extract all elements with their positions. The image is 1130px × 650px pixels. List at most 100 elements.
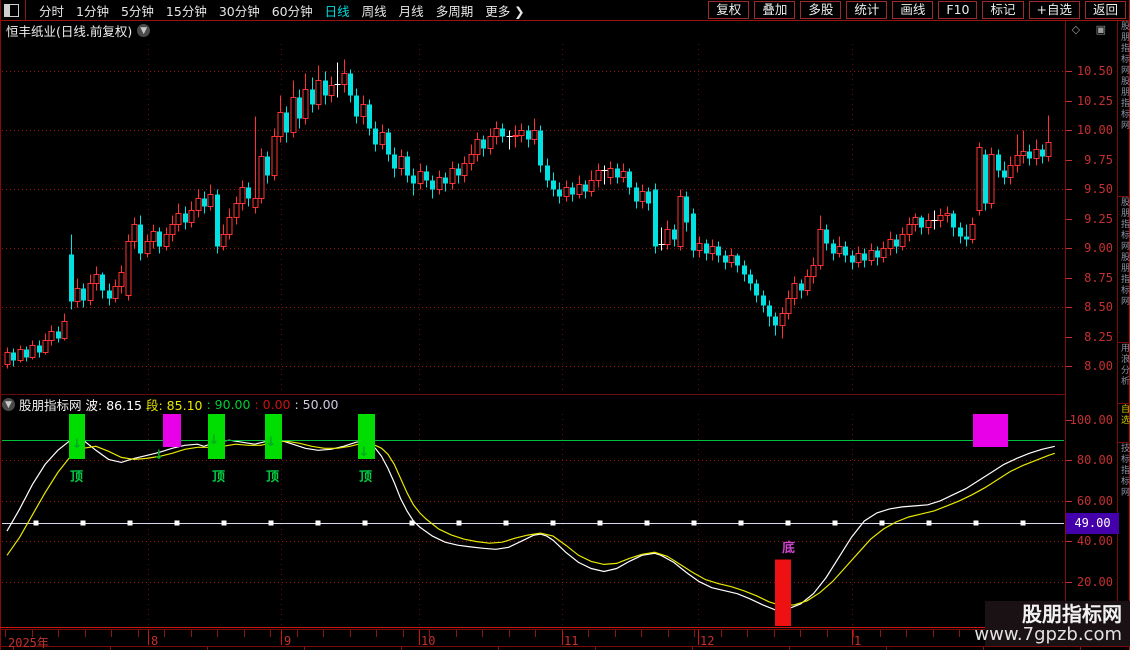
candle-down xyxy=(500,128,505,137)
candle-down xyxy=(735,255,740,266)
indicator-param-wave: 波: 86.15 xyxy=(85,398,142,413)
candle-up xyxy=(258,156,265,199)
price-axis-label: 9.75 xyxy=(1084,153,1113,167)
candle-up xyxy=(188,210,195,223)
candle-down xyxy=(323,80,328,96)
top-signal-label: 顶 xyxy=(70,470,84,485)
time-axis-label: 1 xyxy=(854,634,862,648)
white-level-marker xyxy=(315,520,321,526)
time-axis-label: 2025年 xyxy=(8,636,49,650)
candle-up xyxy=(1020,151,1027,156)
candle-down xyxy=(392,154,397,169)
candle-up xyxy=(855,253,862,263)
candle-down xyxy=(951,213,956,228)
price-axis-label: 8.50 xyxy=(1084,300,1113,314)
white-level-marker xyxy=(597,520,603,526)
candle-up xyxy=(271,136,278,176)
candle-down xyxy=(424,171,429,181)
white-level-marker xyxy=(362,520,368,526)
right-strip-segment: 自选 xyxy=(1118,404,1130,443)
candle-up xyxy=(252,198,259,208)
candle-down xyxy=(1002,170,1007,178)
candle-down xyxy=(843,246,848,256)
bottom-signal-label: 底 xyxy=(782,541,796,556)
white-level-marker xyxy=(550,520,556,526)
white-level-marker xyxy=(926,520,932,526)
indicator-param-50: : 50.00 xyxy=(294,397,339,412)
candle-down xyxy=(761,295,766,306)
candle-up xyxy=(639,191,646,202)
down-arrow-icon: ↓ xyxy=(209,433,220,448)
candle-up xyxy=(836,246,843,254)
candle-down xyxy=(411,175,416,184)
candle-up xyxy=(791,283,798,299)
candle-down xyxy=(56,331,61,339)
candle-up xyxy=(315,80,322,105)
candle-up xyxy=(169,224,176,235)
candle-up xyxy=(163,234,170,247)
candle-down xyxy=(100,274,105,291)
white-level-marker xyxy=(268,520,274,526)
candle-down xyxy=(799,283,804,291)
white-level-marker xyxy=(221,520,227,526)
candle-up xyxy=(150,231,157,242)
candle-up xyxy=(195,198,202,211)
candle-down xyxy=(958,227,963,237)
candle-down xyxy=(767,305,772,317)
white-level-marker xyxy=(785,520,791,526)
candle-up xyxy=(880,248,887,258)
candle-up xyxy=(595,170,602,181)
white-level-marker xyxy=(832,520,838,526)
candle-up xyxy=(341,73,348,85)
indicator-axis-label: 20.00 xyxy=(1076,575,1113,589)
candle-up xyxy=(810,265,817,277)
candle-down xyxy=(215,194,220,247)
candle-down xyxy=(202,198,207,207)
candle-down xyxy=(557,189,562,197)
chart-canvas[interactable]: ↓ ↓ ↓ ↓ ↓ xyxy=(0,0,1130,650)
indicator-param-90: : 90.00 xyxy=(206,397,251,412)
candle-up xyxy=(42,340,49,353)
time-axis-label: 8 xyxy=(151,634,159,648)
candle-up xyxy=(1045,142,1052,157)
candle-down xyxy=(545,165,550,181)
candle-up xyxy=(588,180,595,192)
candle-down xyxy=(138,224,143,254)
candle-up xyxy=(817,229,824,266)
time-axis-label: 9 xyxy=(284,634,292,648)
candle-up xyxy=(887,239,894,249)
candle-up xyxy=(220,234,227,247)
candle-down xyxy=(386,132,391,155)
candle-up xyxy=(677,196,684,247)
candle-down xyxy=(996,154,1001,171)
candle-up xyxy=(118,272,125,287)
candle-down xyxy=(875,250,880,258)
right-edge-strip: 股朋指标网股朋指标网 股朋指标网股朋指标网 用浪分析 自选 技标指标网 xyxy=(1117,21,1130,629)
collapse-chevron-icon[interactable]: ▼ xyxy=(2,398,15,411)
candle-up xyxy=(328,85,335,96)
candle-down xyxy=(430,180,435,190)
candle-up xyxy=(302,89,309,119)
candle-down xyxy=(862,253,867,261)
candle-up xyxy=(563,187,570,197)
candle-up xyxy=(925,220,932,228)
candle-down xyxy=(373,128,378,145)
candle-up xyxy=(493,128,500,137)
candle-down xyxy=(964,236,969,240)
candle-down xyxy=(456,168,461,176)
indicator-source: 股朋指标网 xyxy=(19,398,82,413)
candle-up xyxy=(518,130,525,136)
white-level-marker xyxy=(1020,520,1026,526)
indicator-axis-label: 80.00 xyxy=(1076,453,1113,467)
candle-up xyxy=(709,246,716,254)
down-arrow-icon: ↓ xyxy=(359,445,370,460)
site-watermark: 股朋指标网 www.7gpzb.com xyxy=(974,601,1130,646)
white-level-marker xyxy=(738,520,744,526)
white-level-marker xyxy=(973,520,979,526)
candle-down xyxy=(107,290,112,299)
white-level-marker xyxy=(503,520,509,526)
top-signal-block-magenta xyxy=(163,414,181,447)
candle-up xyxy=(379,132,386,145)
candle-down xyxy=(684,196,689,223)
candle-down xyxy=(748,274,753,284)
